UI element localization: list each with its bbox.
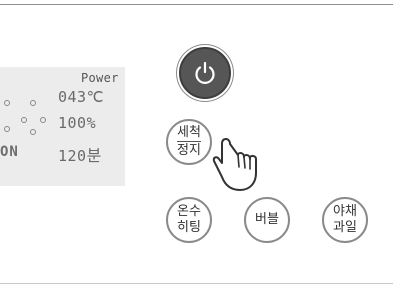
bottom-divider <box>0 283 393 284</box>
temperature-readout: 043℃ <box>58 88 104 106</box>
hot-water-heating-button[interactable]: 온수 히팅 <box>166 197 212 243</box>
lcd-dot <box>4 100 10 106</box>
power-icon <box>195 61 215 84</box>
fruit-label-line1: 야채 <box>333 204 357 219</box>
bubble-label: 버블 <box>255 212 279 227</box>
wash-stop-label-line1: 세척 <box>177 125 201 140</box>
heating-label-line2: 히팅 <box>177 220 201 235</box>
lcd-dot <box>30 129 36 135</box>
bubble-button[interactable]: 버블 <box>244 197 290 243</box>
power-button[interactable] <box>179 47 231 99</box>
percent-readout: 100% <box>58 114 97 132</box>
time-readout: 120분 <box>58 142 102 166</box>
lcd-dot <box>4 126 10 132</box>
time-unit: 분 <box>86 146 102 165</box>
lcd-dot <box>40 117 46 123</box>
power-label: Power <box>81 71 119 85</box>
lcd-display: Power 043℃ 100% 120분 ON <box>0 67 125 186</box>
lcd-dot <box>30 100 36 106</box>
fruit-label-line2: 과일 <box>333 220 357 235</box>
wash-stop-label-line2: 정지 <box>177 141 201 158</box>
lcd-dot <box>21 117 27 123</box>
hand-pointer-icon <box>212 138 257 191</box>
status-on-text: ON <box>0 144 19 160</box>
wash-stop-button[interactable]: 세척 정지 <box>166 119 212 165</box>
top-divider <box>0 4 393 5</box>
time-value: 120 <box>58 147 87 165</box>
vegetable-fruit-button[interactable]: 야채 과일 <box>322 197 368 243</box>
heating-label-line1: 온수 <box>177 204 201 219</box>
